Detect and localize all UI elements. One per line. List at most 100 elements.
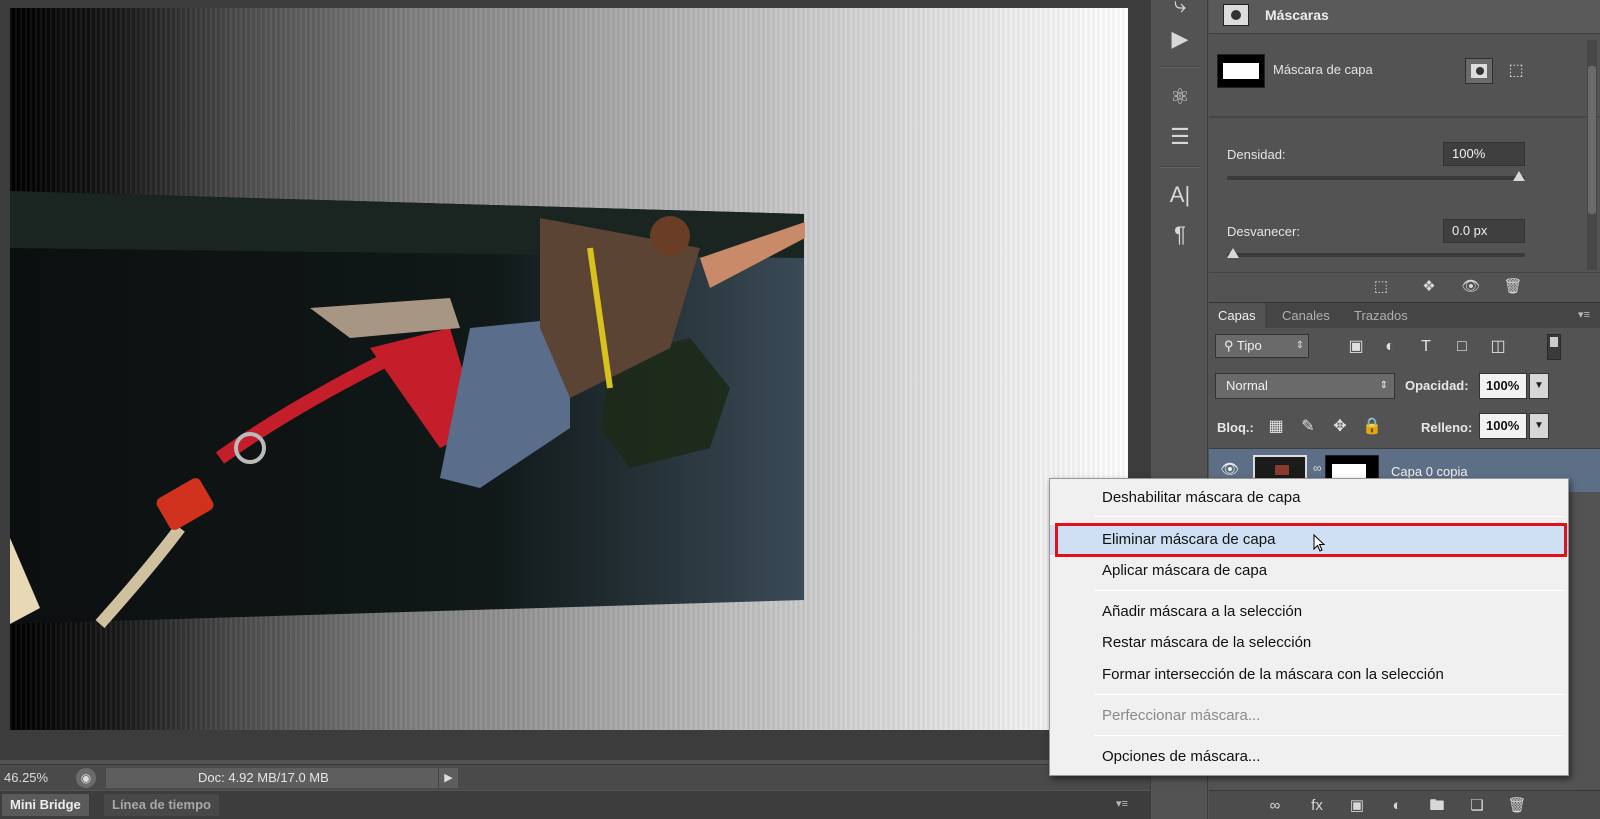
visibility-icon[interactable]: 👁 [1459,276,1483,298]
status-bar: 46.25% ◉ Doc: 4.92 MB/17.0 MB ▶ [0,764,1150,790]
share-icon[interactable]: ◉ [76,768,96,788]
layer-name[interactable]: Capa 0 copia [1391,464,1468,479]
lock-image-icon[interactable]: ✎ [1297,416,1319,438]
layers-panel-footer: ∞ fx ▣ ◐ 🖿 ❏ 🗑 [1209,790,1600,819]
scrollbar-thumb[interactable] [1588,66,1596,214]
mask-icon [1223,4,1249,26]
new-group-icon[interactable]: 🖿 [1425,795,1449,817]
menu-item-apply-mask[interactable]: Aplicar máscara de capa [1050,556,1568,586]
chain-link-icon[interactable]: ∞ [1313,461,1322,475]
add-mask-icon[interactable]: ▣ [1345,795,1369,817]
link-icon[interactable]: ∞ [1263,795,1287,817]
adjust-sliders-icon[interactable]: ☰ [1163,122,1197,152]
density-slider-handle[interactable] [1513,171,1525,181]
blend-row: Normal ⇕ Opacidad: 100% ▼ [1209,370,1600,400]
dock-separator [1159,66,1201,68]
panel-menu-icon[interactable]: ▾≡ [1116,797,1128,810]
vector-mask-icon[interactable]: ⬚ [1503,58,1529,84]
smart-object-filter-icon[interactable]: ◫ [1487,336,1509,358]
layer-mask-label: Máscara de capa [1273,62,1373,77]
menu-separator [1094,735,1564,736]
menu-separator [1094,694,1564,695]
opacity-label: Opacidad: [1405,378,1469,393]
feather-slider[interactable] [1227,248,1525,258]
canvas-area[interactable] [0,0,1150,760]
feather-label: Desvanecer: [1227,224,1300,239]
fx-icon[interactable]: fx [1305,795,1329,817]
lock-row: Bloq.: ▦ ✎ ✥ 🔒 Relleno: 100% ▼ [1209,410,1600,442]
layers-panel-tabs: Capas Canales Trazados ▾≡ [1209,302,1600,329]
tab-channels[interactable]: Canales [1273,303,1339,329]
menu-separator [1094,516,1564,517]
feather-slider-handle[interactable] [1227,248,1239,258]
blend-mode-select[interactable]: Normal ⇕ [1215,373,1395,399]
zoom-level[interactable]: 46.25% [4,770,48,785]
layer-filter-row: ⚲ Tipo ⇕ ▣ ◐ T □ ◫ [1209,330,1600,364]
density-slider[interactable] [1227,171,1525,181]
panel-menu-icon[interactable]: ▾≡ [1578,308,1590,321]
bottom-panel-tabs: Mini Bridge Línea de tiempo ▾≡ [0,791,1150,819]
mouse-cursor-icon [1313,534,1326,552]
play-action-icon[interactable]: ▶ [1163,24,1197,54]
menu-item-add-mask-to-selection[interactable]: Añadir máscara a la selección [1050,597,1568,627]
bungee-photo[interactable] [10,8,1128,730]
layer-mask-row: Máscara de capa ⬚ [1209,44,1600,100]
density-field[interactable]: 100% [1443,142,1525,166]
mask-thumbnail [1217,54,1265,88]
delete-icon[interactable]: 🗑 [1501,276,1525,298]
document-info[interactable]: Doc: 4.92 MB/17.0 MB [106,768,438,788]
menu-item-intersect-mask-with-selection[interactable]: Formar intersección de la máscara con la… [1050,660,1568,690]
shape-filter-icon[interactable]: □ [1451,336,1473,358]
chevron-updown-icon: ⇕ [1379,380,1388,391]
lock-all-icon[interactable]: 🔒 [1361,416,1383,438]
photoshop-window: 46.25% ◉ Doc: 4.92 MB/17.0 MB ▶ Mini Bri… [0,0,1600,819]
menu-item-subtract-mask-from-selection[interactable]: Restar máscara de la selección [1050,628,1568,658]
menu-separator [1094,590,1564,591]
chevron-updown-icon: ⇕ [1295,340,1304,351]
tab-mini-bridge[interactable]: Mini Bridge [2,794,89,816]
masks-panel-header: Máscaras [1209,0,1600,34]
mask-context-menu: Deshabilitar máscara de capa Eliminar má… [1049,478,1569,776]
adjustment-layer-icon[interactable]: ◐ [1385,795,1409,817]
text-filter-icon[interactable]: T [1415,336,1437,358]
history-brush-icon[interactable]: ⤷ [1163,0,1197,20]
image-filter-icon[interactable]: ▣ [1345,336,1367,358]
character-icon[interactable]: A| [1163,180,1197,210]
new-layer-icon[interactable]: ❏ [1465,795,1489,817]
adjustment-filter-icon[interactable]: ◐ [1379,336,1401,358]
masks-panel-title: Máscaras [1265,7,1329,23]
apply-mask-icon[interactable]: ❖ [1417,276,1441,298]
tab-layers[interactable]: Capas [1209,303,1265,329]
selection-icon[interactable]: ⬚ [1369,276,1393,298]
menu-item-disable-mask[interactable]: Deshabilitar máscara de capa [1050,483,1568,513]
document-canvas[interactable] [10,8,1128,730]
opacity-dropdown-icon[interactable]: ▼ [1529,373,1549,399]
filter-toggle-switch[interactable] [1547,334,1561,360]
lock-position-icon[interactable]: ✥ [1329,416,1351,438]
tab-timeline[interactable]: Línea de tiempo [104,794,219,816]
trash-icon[interactable]: 🗑 [1505,795,1529,817]
density-label: Densidad: [1227,147,1286,162]
blend-mode-value: Normal [1226,378,1268,393]
fill-field[interactable]: 100% [1479,413,1527,439]
search-icon: ⚲ [1224,338,1234,353]
paragraph-icon[interactable]: ¶ [1163,220,1197,250]
lock-label: Bloq.: [1217,420,1254,435]
status-menu-arrow-icon[interactable]: ▶ [438,768,458,788]
filter-type-label: Tipo [1236,338,1262,353]
fill-dropdown-icon[interactable]: ▼ [1529,413,1549,439]
divider [1209,116,1600,118]
tab-paths[interactable]: Trazados [1345,303,1417,329]
highlight-box [1055,523,1567,557]
filter-type-select[interactable]: ⚲ Tipo ⇕ [1215,334,1309,358]
dock-separator [1159,166,1201,168]
pixel-mask-icon[interactable] [1465,58,1493,84]
feather-field[interactable]: 0.0 px [1443,219,1525,243]
masks-scrollbar[interactable] [1587,40,1597,270]
tool-presets-icon[interactable]: ⚛ [1163,82,1197,112]
menu-item-mask-options[interactable]: Opciones de máscara... [1050,742,1568,772]
lock-transparent-icon[interactable]: ▦ [1265,416,1287,438]
menu-item-refine-mask: Perfeccionar máscara... [1102,707,1261,724]
head [650,216,690,256]
opacity-field[interactable]: 100% [1479,373,1527,399]
